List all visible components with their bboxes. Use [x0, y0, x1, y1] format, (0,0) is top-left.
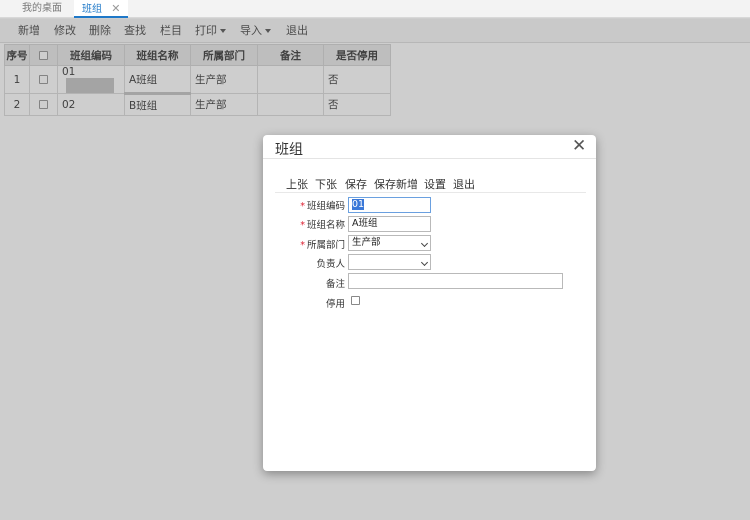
code-label: * 班组编码: [287, 198, 345, 212]
name-input-value: A班组: [352, 218, 378, 229]
close-icon[interactable]: ✕: [572, 136, 586, 156]
close-icon[interactable]: ✕: [111, 0, 120, 17]
code-input-value: 01: [352, 199, 365, 210]
dialog-exit-button[interactable]: 退出: [453, 176, 475, 192]
dialog-toolbar-divider: [275, 192, 586, 193]
disabled-label: 停用: [325, 299, 345, 310]
name-input[interactable]: A班组: [348, 216, 431, 232]
code-input[interactable]: 01: [348, 197, 431, 213]
prev-record-button[interactable]: 上张: [286, 176, 308, 192]
owner-select[interactable]: [348, 254, 431, 270]
dept-label: * 所属部门: [287, 237, 345, 251]
chevron-down-icon: [420, 239, 429, 248]
name-label-text: 班组名称: [306, 220, 345, 231]
disabled-checkbox[interactable]: [351, 296, 360, 305]
save-button[interactable]: 保存: [345, 176, 367, 192]
code-label-text: 班组编码: [306, 201, 345, 212]
save-new-button[interactable]: 保存新增: [374, 176, 418, 192]
team-dialog: 班组 ✕ 上张 下张 保存 保存新增 设置 退出 * 班组编码 01 * 班组名称 …: [263, 135, 596, 471]
name-label: * 班组名称: [287, 217, 345, 231]
dept-select-value: 生产部: [352, 237, 381, 248]
tab-desktop-label: 我的桌面: [22, 3, 62, 14]
required-mark: *: [300, 240, 305, 251]
dialog-title: 班组: [275, 142, 303, 158]
owner-label: 负责人: [316, 259, 345, 270]
dept-select[interactable]: 生产部: [348, 235, 431, 251]
chevron-down-icon: [420, 258, 429, 267]
settings-button[interactable]: 设置: [424, 176, 446, 192]
dept-label-text: 所属部门: [306, 240, 345, 251]
dialog-divider: [263, 158, 596, 159]
next-record-button[interactable]: 下张: [315, 176, 337, 192]
tab-team-label: 班组: [82, 4, 102, 15]
required-mark: *: [300, 220, 305, 231]
tab-desktop[interactable]: 我的桌面: [22, 0, 62, 18]
tab-team[interactable]: 班组 ✕: [74, 0, 129, 18]
required-mark: *: [300, 201, 305, 212]
tab-bar: 我的桌面 班组 ✕: [0, 0, 750, 18]
remark-input[interactable]: [348, 273, 563, 289]
remark-label: 备注: [325, 279, 345, 290]
